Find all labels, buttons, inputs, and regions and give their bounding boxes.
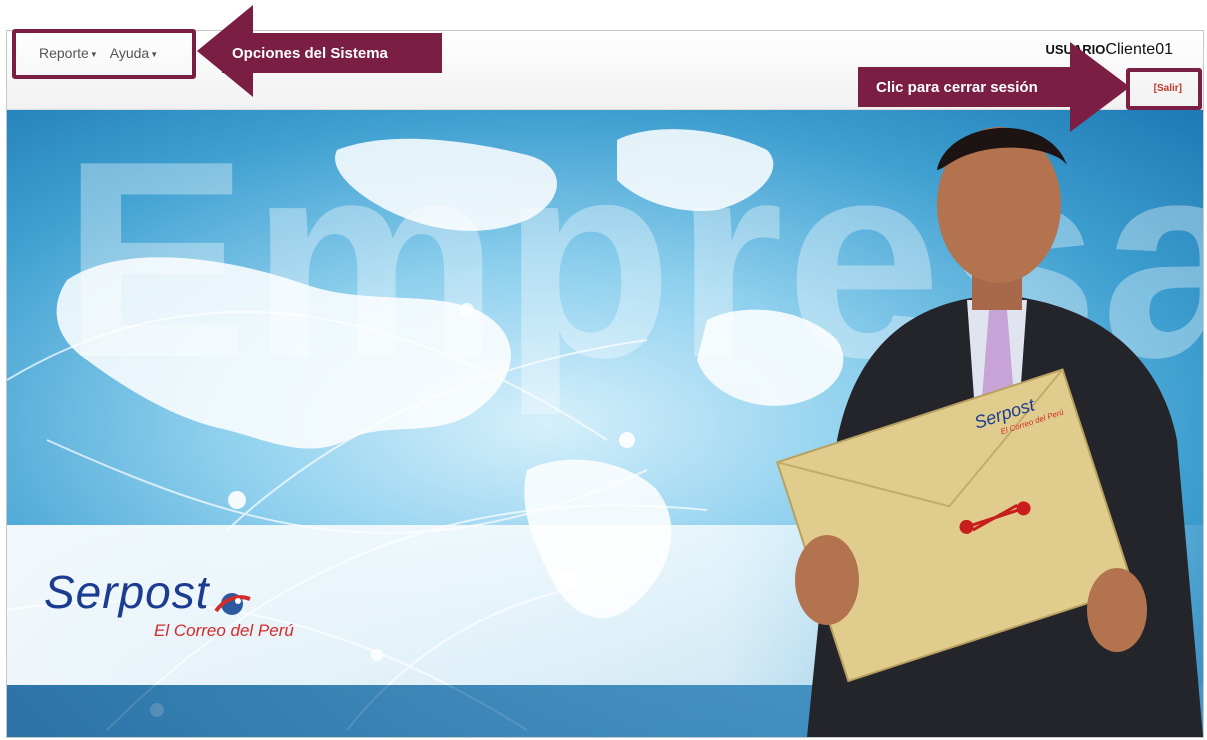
globe-icon bbox=[214, 592, 251, 615]
logout-callout-text: Clic para cerrar sesión bbox=[876, 78, 1038, 96]
app-window: Reporte▼ Ayuda▼ USUARIOCliente01 [Salir] bbox=[6, 30, 1204, 738]
arrow-right-icon bbox=[1070, 42, 1130, 132]
logout-callout: Clic para cerrar sesión bbox=[858, 67, 1098, 107]
logo-tagline: El Correo del Perú bbox=[154, 621, 294, 640]
hero-banner: Empresas Serpost El Correo del Perú bbox=[7, 110, 1203, 737]
man-with-envelope-image: Serpost El Correo del Perú bbox=[775, 127, 1203, 737]
serpost-logo: Serpost El Correo del Perú bbox=[44, 565, 294, 640]
menu-callout-text: Opciones del Sistema bbox=[232, 44, 388, 62]
logout-highlight-box bbox=[1126, 68, 1202, 110]
menu-callout: Opciones del Sistema bbox=[222, 33, 442, 73]
menu-highlight-box bbox=[12, 29, 196, 79]
logo-brand: Serpost bbox=[44, 566, 210, 618]
